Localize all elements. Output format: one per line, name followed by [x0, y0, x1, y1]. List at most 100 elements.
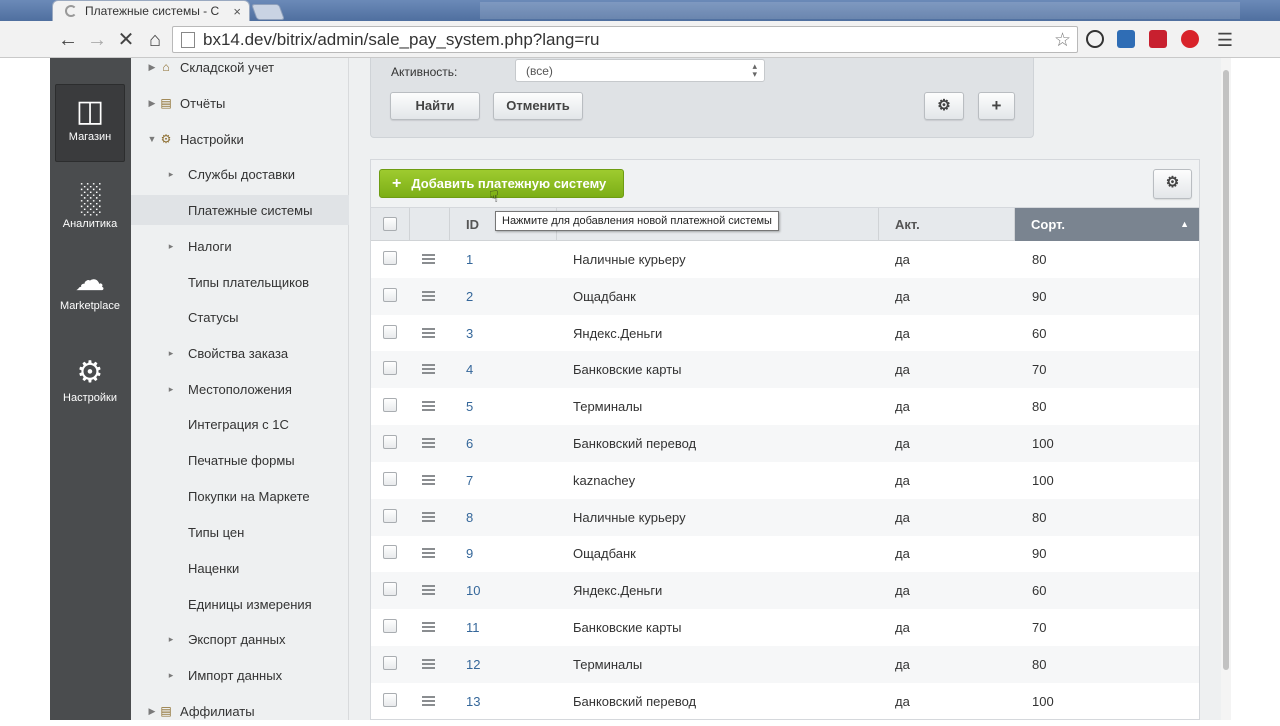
table-row[interactable]: 9 Ощадбанк да 90: [371, 535, 1199, 572]
extension-red-icon[interactable]: [1149, 30, 1167, 48]
table-row[interactable]: 13 Банковский перевод да 100: [371, 683, 1199, 720]
row-id[interactable]: 7: [466, 462, 473, 499]
row-checkbox[interactable]: [383, 582, 397, 597]
row-checkbox[interactable]: [383, 251, 397, 265]
row-actions-menu-icon[interactable]: [422, 364, 435, 375]
leftbar-item-analytics[interactable]: ░ Аналитика: [55, 172, 125, 250]
address-bar[interactable]: bx14.dev/bitrix/admin/sale_pay_system.ph…: [172, 26, 1078, 53]
sidebar-item-market-purchases[interactable]: Покупки на Маркете: [131, 481, 349, 511]
table-row[interactable]: 3 Яндекс.Деньги да 60: [371, 315, 1199, 352]
close-tab-icon[interactable]: ×: [233, 4, 241, 19]
sidebar-item-export[interactable]: ▸ Экспорт данных: [131, 624, 349, 654]
row-checkbox[interactable]: [383, 287, 397, 302]
row-checkbox[interactable]: [383, 619, 397, 633]
menu-icon[interactable]: ☰: [1212, 27, 1238, 53]
activity-select[interactable]: (все) ▴ ▾: [515, 59, 765, 82]
row-checkbox[interactable]: [383, 655, 397, 670]
extension-sync-icon[interactable]: [1086, 30, 1104, 48]
row-checkbox[interactable]: [383, 692, 397, 707]
cancel-button[interactable]: Отменить: [493, 92, 583, 120]
row-id[interactable]: 8: [466, 499, 473, 536]
row-actions-menu-icon[interactable]: [422, 254, 435, 264]
row-id[interactable]: 2: [466, 278, 473, 315]
leftbar-item-marketplace[interactable]: ☁ Marketplace: [55, 254, 125, 332]
row-checkbox[interactable]: [383, 361, 397, 376]
sidebar-item-payment-systems[interactable]: Платежные системы: [131, 195, 349, 225]
row-id[interactable]: 3: [466, 315, 473, 352]
table-row[interactable]: 6 Банковский перевод да 100: [371, 425, 1199, 462]
leftbar-item-settings[interactable]: ⚙ Настройки: [55, 346, 125, 424]
scrollbar-thumb[interactable]: [1223, 70, 1229, 670]
extension-blue-icon[interactable]: [1117, 30, 1135, 48]
stop-icon[interactable]: ✕: [113, 27, 139, 53]
sidebar-item-delivery[interactable]: ▸ Службы доставки: [131, 159, 349, 189]
sidebar-item-taxes[interactable]: ▸ Налоги: [131, 231, 349, 261]
sidebar-item-warehouse[interactable]: ▶ ⌂ Складской учет: [131, 52, 349, 82]
table-row[interactable]: 10 Яндекс.Деньги да 60: [371, 572, 1199, 610]
sidebar-item-print-forms[interactable]: Печатные формы: [131, 445, 349, 475]
row-actions-menu-icon[interactable]: [422, 401, 435, 412]
sidebar-item-units[interactable]: Единицы измерения: [131, 589, 349, 619]
sidebar-item-settings[interactable]: ▼ ⚙ Настройки: [131, 124, 349, 154]
sidebar-item-markups[interactable]: Наценки: [131, 553, 349, 583]
row-id[interactable]: 6: [466, 425, 473, 462]
table-row[interactable]: 12 Терминалы да 80: [371, 645, 1199, 683]
grid-settings-gear-icon[interactable]: ⚙: [1153, 169, 1192, 199]
row-actions-menu-icon[interactable]: [422, 474, 435, 485]
table-row[interactable]: 5 Терминалы да 80: [371, 388, 1199, 425]
table-row[interactable]: 4 Банковские карты да 70: [371, 351, 1199, 389]
row-actions-menu-icon[interactable]: [422, 695, 435, 706]
sidebar-item-reports[interactable]: ▶ ▤ Отчёты: [131, 88, 349, 118]
sidebar-item-price-types[interactable]: Типы цен: [131, 517, 349, 547]
expand-arrow-icon[interactable]: ▶: [146, 62, 158, 73]
row-checkbox[interactable]: [383, 545, 397, 560]
row-checkbox[interactable]: [383, 471, 397, 486]
select-all-checkbox[interactable]: [383, 217, 397, 231]
sidebar-item-import[interactable]: ▸ Импорт данных: [131, 660, 349, 690]
home-icon[interactable]: ⌂: [142, 27, 168, 53]
extension-opera-icon[interactable]: [1181, 30, 1199, 48]
row-checkbox[interactable]: [383, 435, 397, 449]
add-payment-system-button[interactable]: + Добавить платежную систему: [379, 169, 624, 198]
row-checkbox[interactable]: [383, 324, 397, 339]
row-actions-menu-icon[interactable]: [422, 438, 435, 448]
table-row[interactable]: 2 Ощадбанк да 90: [371, 277, 1199, 315]
row-checkbox[interactable]: [383, 508, 397, 523]
row-checkbox[interactable]: [383, 398, 397, 413]
row-id[interactable]: 13: [466, 683, 480, 720]
row-actions-menu-icon[interactable]: [422, 658, 435, 669]
collapse-arrow-icon[interactable]: ▼: [146, 134, 158, 144]
sidebar-item-affiliates[interactable]: ▶ ▤ Аффилиаты: [131, 696, 349, 726]
bookmark-star-icon[interactable]: ☆: [1054, 29, 1071, 52]
row-actions-menu-icon[interactable]: [422, 622, 435, 632]
add-filter-plus-icon[interactable]: +: [978, 92, 1015, 120]
sidebar-item-order-properties[interactable]: ▸ Свойства заказа: [131, 338, 349, 368]
column-header-sort[interactable]: Сорт. ▲: [1015, 208, 1199, 241]
leftbar-item-shop[interactable]: ◫ Магазин: [55, 84, 125, 162]
row-id[interactable]: 4: [466, 351, 473, 388]
sidebar-item-1c-integration[interactable]: Интеграция с 1С: [131, 409, 349, 439]
row-id[interactable]: 11: [466, 609, 480, 646]
forward-arrow-icon[interactable]: →: [84, 27, 110, 53]
table-row[interactable]: 7 kaznachey да 100: [371, 462, 1199, 499]
row-actions-menu-icon[interactable]: [422, 511, 435, 522]
sidebar-item-statuses[interactable]: Статусы: [131, 302, 349, 332]
row-id[interactable]: 10: [466, 572, 480, 609]
table-row[interactable]: 11 Банковские карты да 70: [371, 609, 1199, 646]
row-actions-menu-icon[interactable]: [422, 548, 435, 559]
expand-arrow-icon[interactable]: ▶: [146, 98, 158, 109]
row-actions-menu-icon[interactable]: [422, 290, 435, 301]
row-id[interactable]: 5: [466, 388, 473, 425]
column-header-active[interactable]: Акт.: [879, 208, 1015, 241]
browser-tab[interactable]: Платежные системы - C ×: [52, 0, 250, 21]
back-arrow-icon[interactable]: ←: [55, 27, 81, 53]
expand-arrow-icon[interactable]: ▶: [146, 706, 158, 717]
table-row[interactable]: 1 Наличные курьеру да 80: [371, 241, 1199, 278]
row-id[interactable]: 1: [466, 241, 473, 278]
row-actions-menu-icon[interactable]: [422, 327, 435, 338]
row-id[interactable]: 12: [466, 646, 480, 683]
row-id[interactable]: 9: [466, 535, 473, 572]
table-row[interactable]: 8 Наличные курьеру да 80: [371, 498, 1199, 536]
sidebar-item-payer-types[interactable]: Типы плательщиков: [131, 267, 349, 297]
row-actions-menu-icon[interactable]: [422, 585, 435, 596]
